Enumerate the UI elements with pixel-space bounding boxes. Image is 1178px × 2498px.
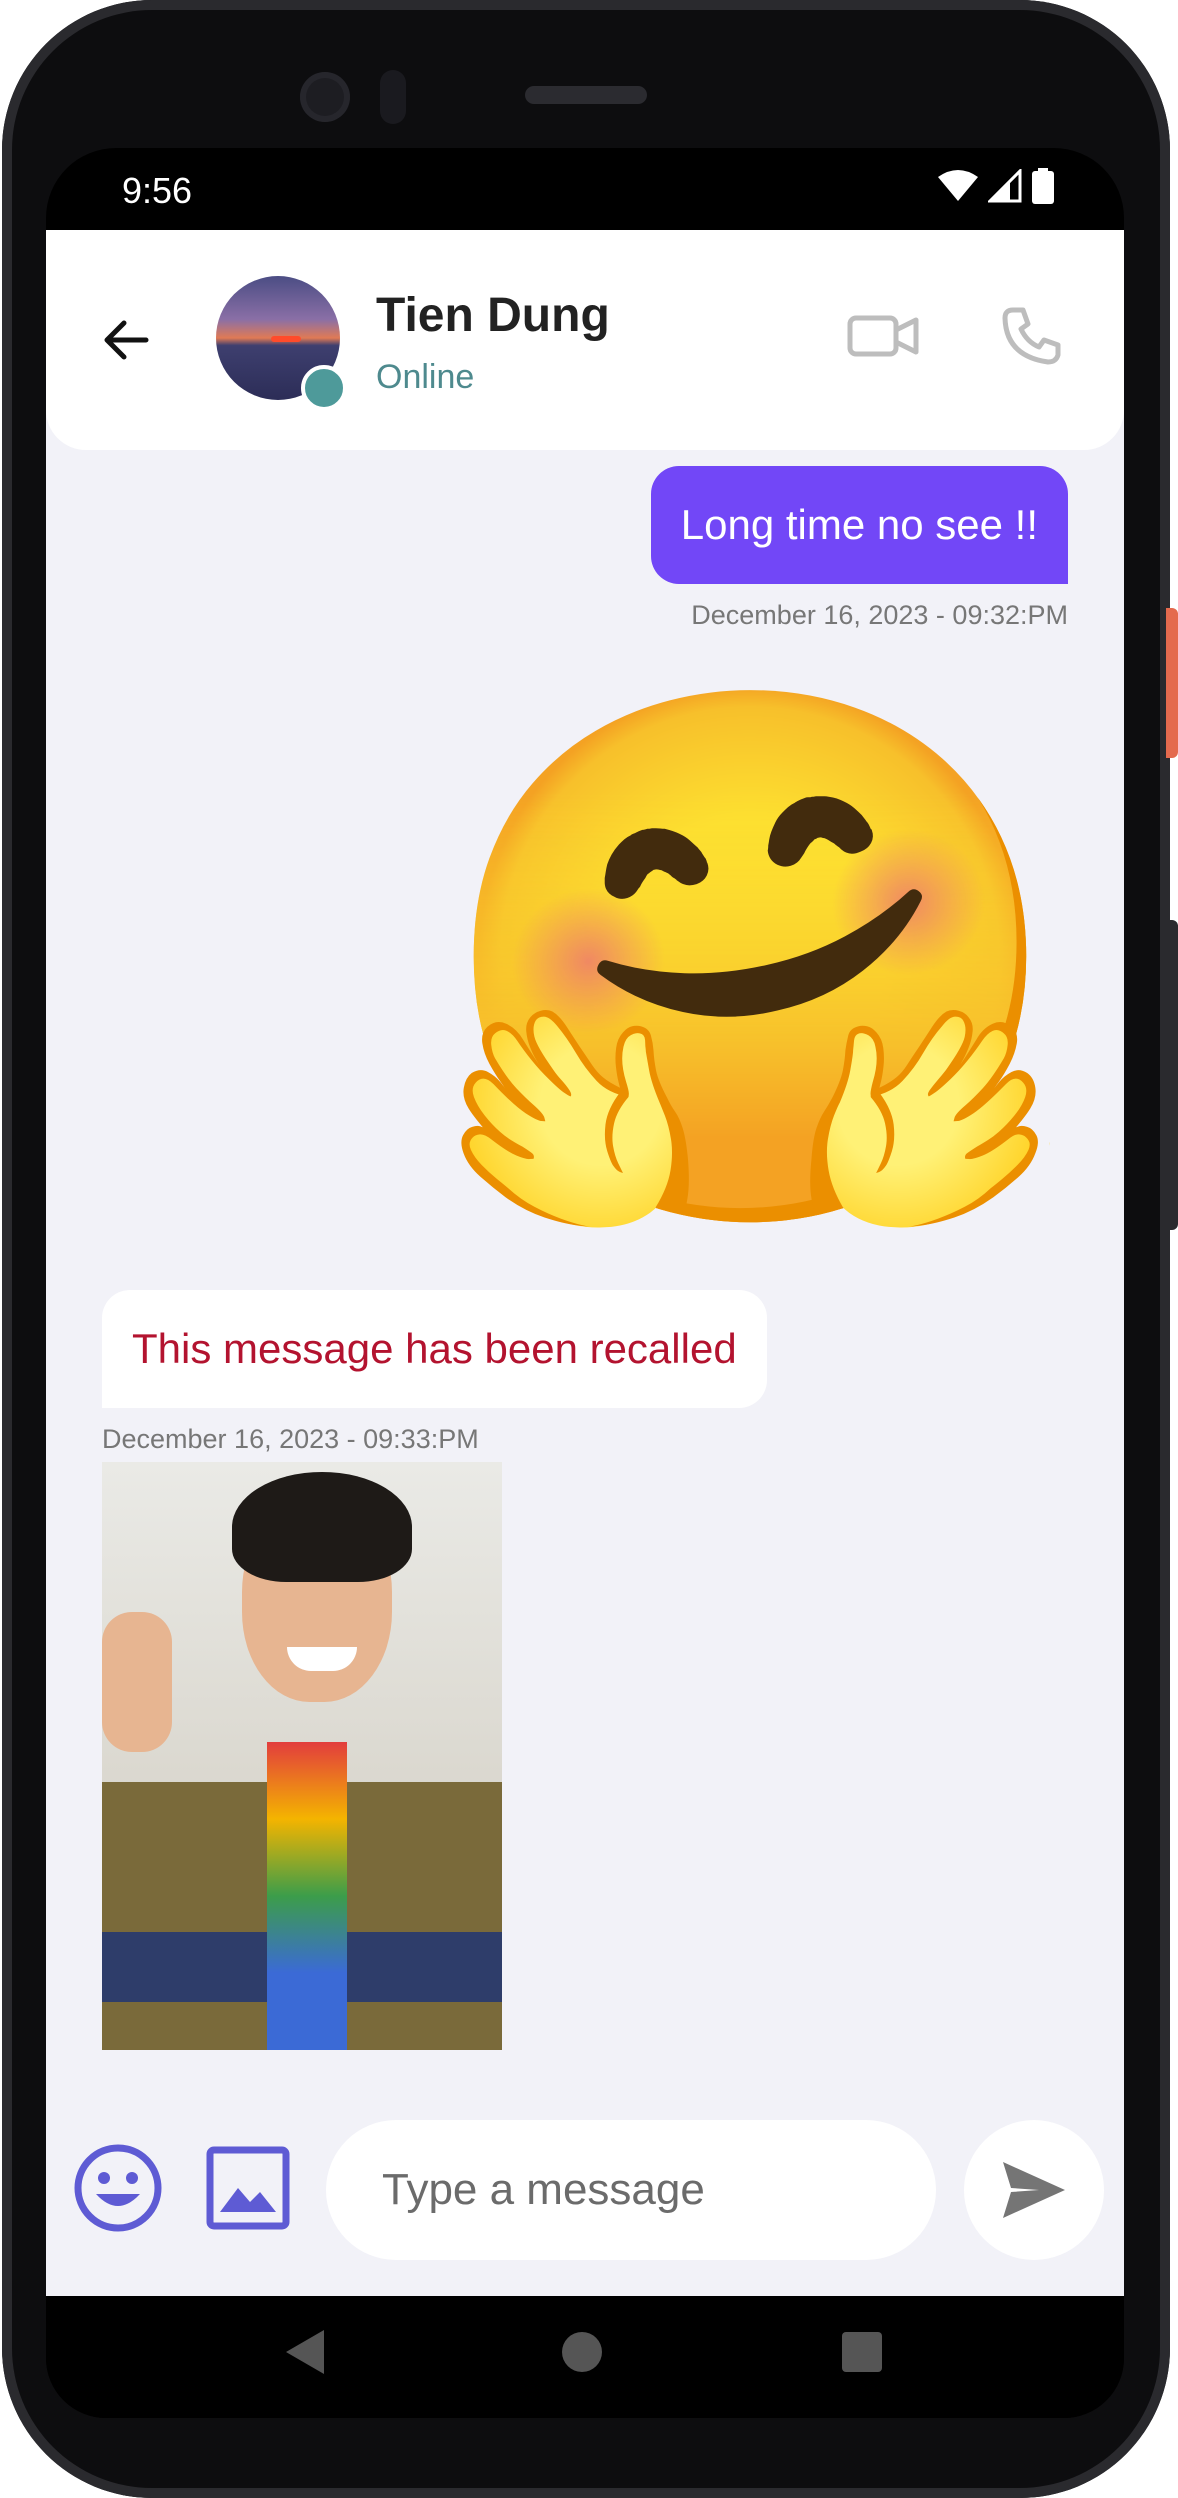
wifi-icon	[938, 170, 978, 201]
hugging-face-emoji-message[interactable]: 🤗	[428, 660, 1075, 1260]
contact-status: Online	[376, 358, 475, 396]
status-bar: 9:56	[46, 148, 1124, 230]
screen: 9:56 Tien Dung Online Long time no see !…	[46, 148, 1124, 2418]
nav-home-icon[interactable]	[562, 2332, 602, 2372]
emoji-picker-icon[interactable]	[72, 2142, 164, 2234]
video-call-icon[interactable]	[846, 308, 920, 364]
send-icon	[1003, 2162, 1065, 2218]
recalled-message-bubble[interactable]: This message has been recalled	[102, 1290, 767, 1408]
sensor	[380, 70, 406, 124]
send-button[interactable]	[964, 2120, 1104, 2260]
back-arrow-icon[interactable]	[96, 310, 156, 370]
battery-icon	[1032, 168, 1054, 204]
phone-call-icon[interactable]	[1001, 304, 1063, 366]
message-input[interactable]	[326, 2120, 936, 2260]
chat-screen: Tien Dung Online Long time no see !! Dec…	[46, 230, 1124, 2296]
image-message[interactable]	[102, 1462, 502, 2050]
online-status-dot	[301, 365, 347, 411]
image-picker-icon[interactable]	[206, 2146, 290, 2230]
earpiece-speaker	[525, 86, 647, 104]
outgoing-message-bubble[interactable]: Long time no see !!	[650, 466, 1068, 584]
message-timestamp: December 16, 2023 - 09:33:PM	[102, 1424, 479, 1454]
nav-back-icon[interactable]	[280, 2326, 330, 2378]
contact-name: Tien Dung	[376, 289, 610, 342]
volume-button	[1166, 920, 1178, 1230]
chat-header: Tien Dung Online	[46, 230, 1124, 450]
status-icons	[938, 168, 1054, 204]
nav-recents-icon[interactable]	[842, 2332, 882, 2372]
system-nav-bar	[46, 2296, 1124, 2418]
status-time: 9:56	[122, 170, 193, 211]
message-timestamp: December 16, 2023 - 09:32:PM	[691, 600, 1068, 630]
front-camera	[300, 72, 350, 122]
power-button	[1166, 608, 1178, 758]
signal-icon	[988, 169, 1022, 203]
